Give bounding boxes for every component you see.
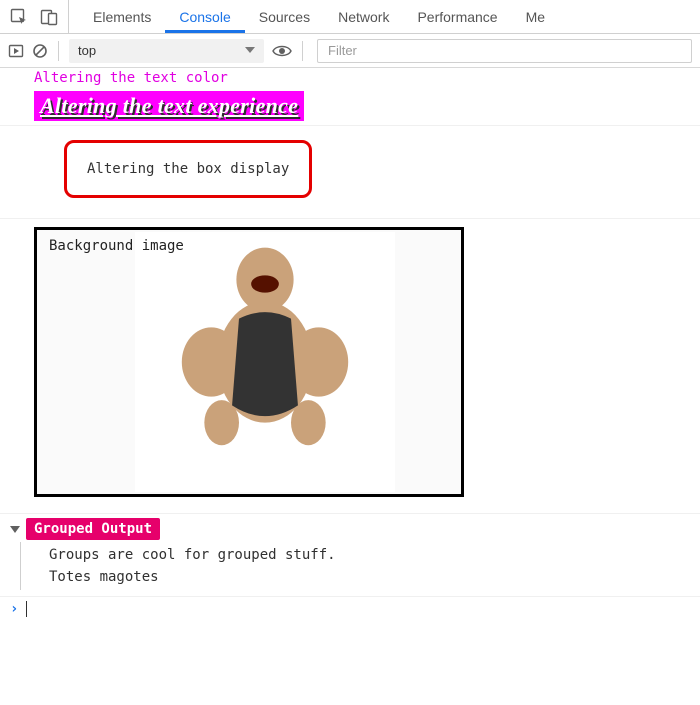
styled-log-background-image: Background image: [34, 227, 464, 497]
devtools-tabstrip: Elements Console Sources Network Perform…: [0, 0, 700, 34]
inspect-element-icon[interactable]: [10, 8, 28, 26]
console-log-line: Groups are cool for grouped stuff.: [21, 544, 700, 566]
styled-log-fancy: Altering the text experience: [34, 91, 304, 121]
console-log-line: Altering the text color: [0, 68, 700, 89]
execution-context-label: top: [78, 43, 96, 58]
device-toolbar-icon[interactable]: [40, 8, 58, 26]
clear-console-icon[interactable]: [32, 43, 48, 59]
console-log-line: Altering the box display: [0, 126, 700, 219]
console-group: Grouped Output Groups are cool for group…: [0, 514, 700, 596]
tabstrip-left-controls: [0, 0, 69, 33]
live-expressions-icon[interactable]: [272, 43, 292, 59]
console-prompt[interactable]: ›: [0, 596, 700, 621]
console-log-line: Background image: [0, 219, 700, 514]
tab-network[interactable]: Network: [324, 0, 403, 33]
chevron-down-icon: [245, 43, 255, 58]
tab-console[interactable]: Console: [165, 0, 244, 33]
console-group-children: Groups are cool for grouped stuff. Totes…: [20, 542, 700, 590]
toolbar-divider: [302, 41, 303, 61]
console-toolbar: top: [0, 34, 700, 68]
tab-sources[interactable]: Sources: [245, 0, 324, 33]
toggle-sidebar-icon[interactable]: [8, 43, 24, 59]
panel-tabs: Elements Console Sources Network Perform…: [69, 0, 559, 33]
styled-log-magenta: Altering the text color: [34, 70, 228, 86]
styled-log-box: Altering the box display: [64, 140, 312, 198]
tab-performance[interactable]: Performance: [403, 0, 511, 33]
bg-image-label: Background image: [49, 238, 184, 254]
toolbar-divider: [58, 41, 59, 61]
console-group-header[interactable]: Grouped Output: [0, 516, 700, 542]
console-log-line: Totes magotes: [21, 566, 700, 588]
execution-context-selector[interactable]: top: [69, 39, 264, 63]
console-filter-input[interactable]: [326, 42, 683, 59]
tab-more-overflow[interactable]: Me: [512, 0, 559, 33]
prompt-caret-icon: ›: [10, 601, 18, 617]
group-title-badge: Grouped Output: [26, 518, 160, 540]
console-filter[interactable]: [317, 39, 692, 63]
console-output: Altering the text color Altering the tex…: [0, 68, 700, 621]
text-cursor: [26, 601, 27, 617]
console-log-line: Altering the text experience: [0, 89, 700, 126]
tab-elements[interactable]: Elements: [79, 0, 165, 33]
disclosure-triangle-icon[interactable]: [10, 526, 20, 533]
